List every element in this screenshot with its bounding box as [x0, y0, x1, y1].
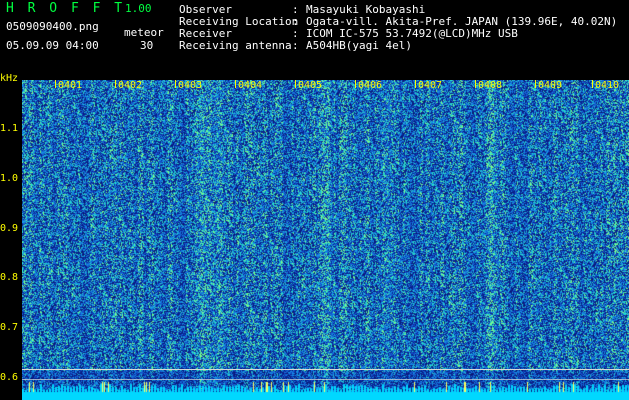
app-title: H R O F F T: [6, 1, 126, 16]
x-tick-marker: [415, 80, 416, 88]
y-tick-label: 0.9: [0, 223, 19, 234]
y-tick-label: 1.0: [0, 173, 19, 184]
x-tick-marker: [535, 80, 536, 88]
y-axis-unit: kHz: [0, 73, 19, 84]
x-tick-label: 0402: [118, 80, 143, 91]
x-tick-marker: [175, 80, 176, 88]
file-name: 0509090400.png: [6, 20, 99, 33]
meteor-count: 30: [140, 39, 154, 52]
x-tick-marker: [55, 80, 56, 88]
baseline-marker: [22, 369, 629, 370]
x-tick-label: 0403: [178, 80, 203, 91]
hrofft-window: H R O F F T 1.00 0509090400.png 05.09.09…: [0, 0, 629, 400]
baseline-marker: [22, 379, 629, 380]
file-datetime: 05.09.09 04:00: [6, 39, 99, 52]
x-tick-label: 0409: [538, 80, 563, 91]
x-tick-label: 0407: [418, 80, 443, 91]
info-sep: :: [292, 39, 299, 52]
x-tick-marker: [355, 80, 356, 88]
x-tick-label: 0408: [478, 80, 503, 91]
x-tick-marker: [592, 80, 593, 88]
y-tick-label: 1.1: [0, 123, 19, 134]
x-tick-marker: [235, 80, 236, 88]
app-version: 1.00: [125, 2, 152, 15]
y-tick-label: 0.8: [0, 272, 19, 283]
info-key-antenna: Receiving antenna: [179, 39, 292, 52]
x-tick-label: 0401: [58, 80, 83, 91]
x-tick-label: 0404: [238, 80, 263, 91]
x-tick-label: 0406: [358, 80, 383, 91]
x-tick-marker: [295, 80, 296, 88]
y-tick-label: 0.6: [0, 372, 19, 383]
x-tick-marker: [115, 80, 116, 88]
y-tick-label: 0.7: [0, 322, 19, 333]
x-tick-label: 0410: [595, 80, 620, 91]
info-value-antenna: A504HB(yagi 4el): [306, 39, 412, 52]
x-tick-marker: [475, 80, 476, 88]
meteor-label: meteor: [124, 26, 164, 39]
spectrogram: [22, 80, 629, 400]
x-tick-label: 0405: [298, 80, 323, 91]
